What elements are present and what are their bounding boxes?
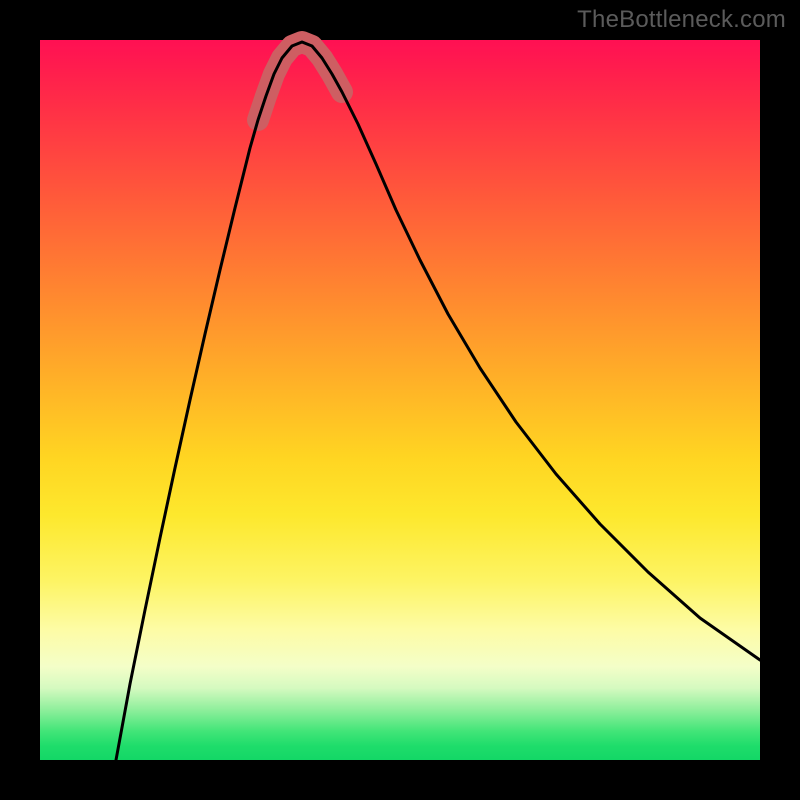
- chart-frame: TheBottleneck.com: [0, 0, 800, 800]
- curve-layer: [40, 40, 760, 760]
- watermark-text: TheBottleneck.com: [577, 6, 786, 34]
- plot-area: [40, 40, 760, 760]
- main-curve: [116, 42, 760, 760]
